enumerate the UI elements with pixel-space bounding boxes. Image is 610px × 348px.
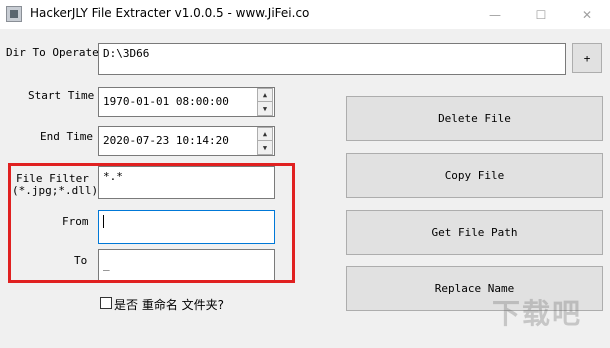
browse-button[interactable]: + <box>572 43 602 73</box>
highlight-box <box>8 163 295 283</box>
dir-input[interactable]: D:\3D66 <box>98 43 566 75</box>
end-time-spinner[interactable]: ▲ ▼ <box>257 127 273 155</box>
app-icon <box>6 6 22 22</box>
maximize-button[interactable]: ☐ <box>518 0 564 29</box>
spin-down-icon[interactable]: ▼ <box>258 141 272 154</box>
dir-label: Dir To Operate <box>6 46 99 59</box>
start-time-spinner[interactable]: ▲ ▼ <box>257 88 273 116</box>
spin-down-icon[interactable]: ▼ <box>258 102 272 115</box>
end-time-label: End Time <box>40 130 93 143</box>
minimize-button[interactable]: — <box>472 0 518 29</box>
close-button[interactable]: ✕ <box>564 0 610 29</box>
rename-folder-label: 是否 重命名 文件夹? <box>114 298 224 312</box>
spin-up-icon[interactable]: ▲ <box>258 128 272 141</box>
end-time-input[interactable]: 2020-07-23 10:14:20 <box>98 126 275 156</box>
rename-folder-checkbox[interactable] <box>100 297 112 309</box>
delete-file-button[interactable]: Delete File <box>346 96 603 141</box>
start-time-label: Start Time <box>28 89 95 102</box>
start-time-input[interactable]: 1970-01-01 08:00:00 <box>98 87 275 117</box>
copy-file-button[interactable]: Copy File <box>346 153 603 198</box>
get-file-path-button[interactable]: Get File Path <box>346 210 603 255</box>
watermark-logo: 下载吧 <box>492 297 583 330</box>
spin-up-icon[interactable]: ▲ <box>258 89 272 102</box>
title-bar: HackerJLY File Extracter v1.0.0.5 - www.… <box>0 0 610 29</box>
window-title: HackerJLY File Extracter v1.0.0.5 - www.… <box>30 6 310 20</box>
